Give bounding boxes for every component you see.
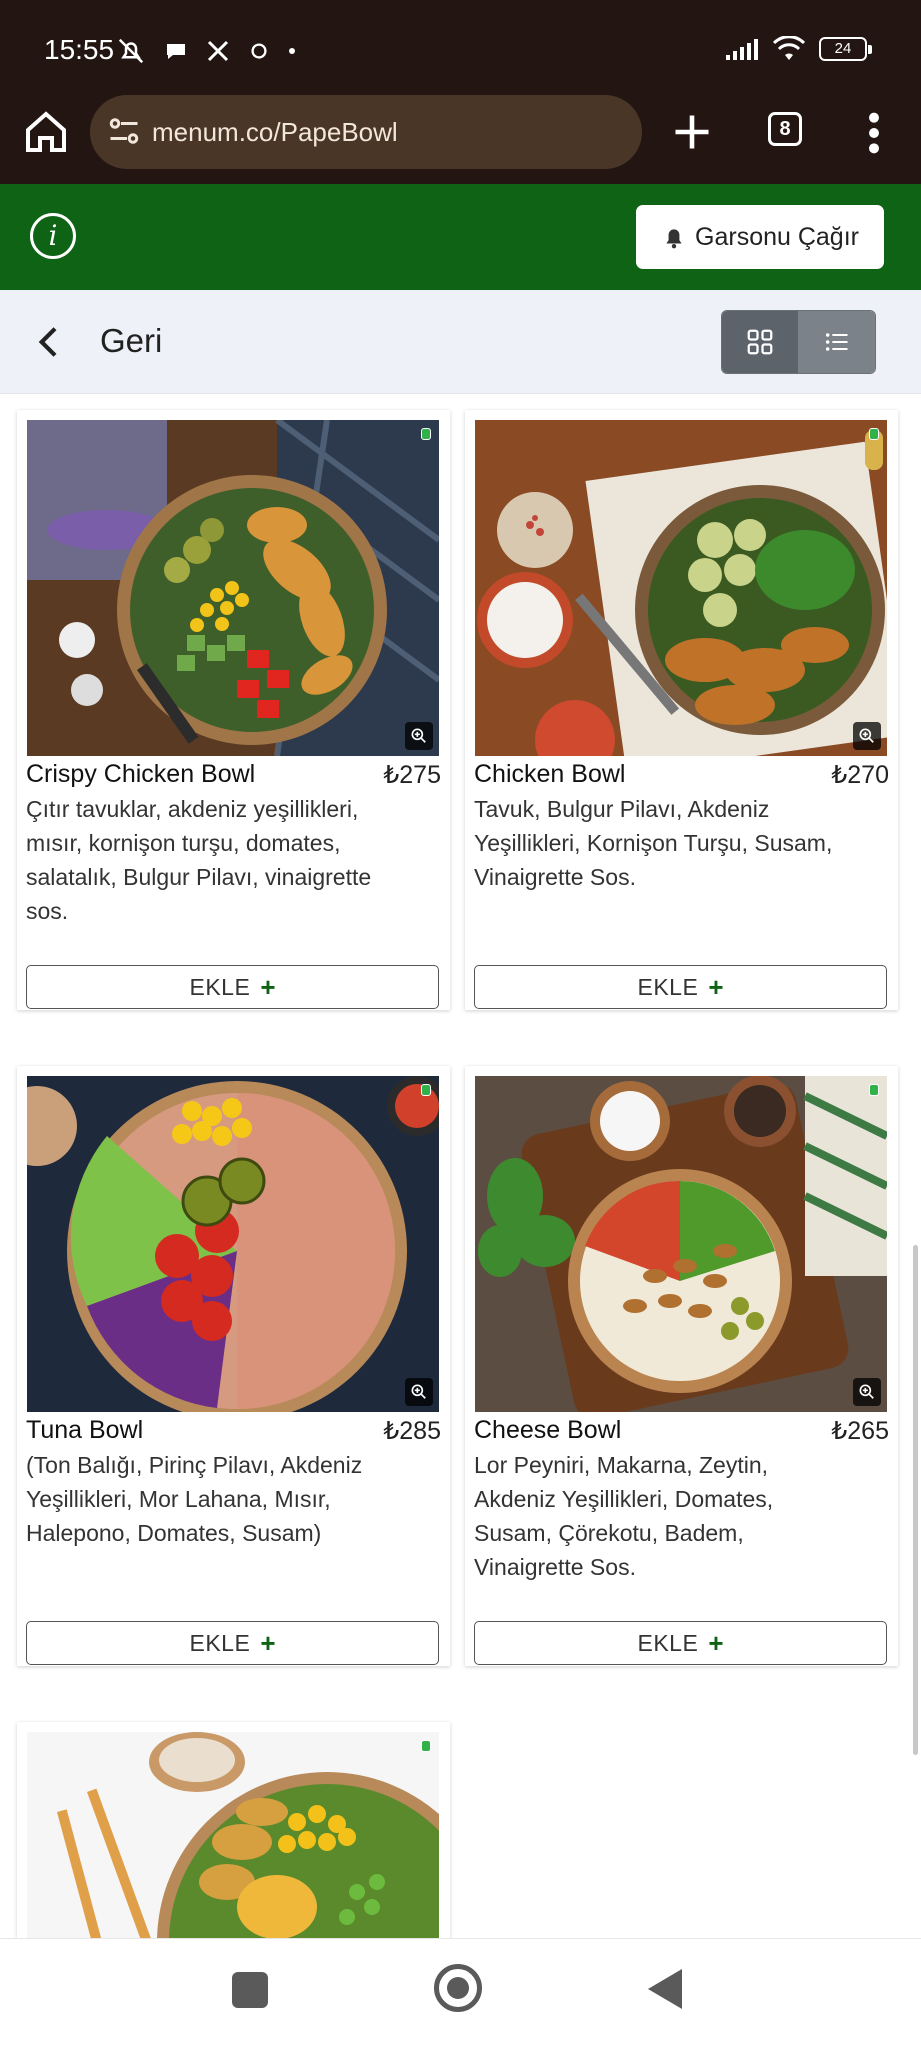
system-nav-bar [0, 1938, 921, 2048]
product-price: ₺285 [383, 1417, 441, 1445]
add-to-cart-button[interactable]: EKLE + [474, 965, 887, 1009]
product-price: ₺275 [383, 761, 441, 789]
product-photo[interactable] [27, 1076, 439, 1412]
sub-header: Geri [0, 290, 921, 394]
product-card-partial[interactable] [17, 1722, 450, 1938]
add-label: EKLE [637, 973, 699, 1000]
back-label[interactable]: Geri [100, 322, 162, 360]
grid-view-button[interactable] [722, 311, 798, 373]
back-arrow-icon[interactable] [30, 320, 70, 364]
battery-icon: 24 [819, 37, 872, 61]
status-icons-left [116, 36, 296, 66]
mute-icon [118, 38, 144, 64]
call-waiter-button[interactable]: Garsonu Çağır [636, 205, 884, 269]
app-header: i Garsonu Çağır [0, 184, 921, 290]
wifi-icon [773, 36, 805, 60]
product-card-cheese-bowl[interactable]: Cheese Bowl ₺265 Lor Peyniri, Makarna, Z… [465, 1066, 898, 1666]
product-card-chicken-bowl[interactable]: Chicken Bowl ₺270 Tavuk, Bulgur Pilavı, … [465, 410, 898, 1010]
product-description: Lor Peyniri, Makarna, Zeytin, Akdeniz Ye… [474, 1452, 774, 1580]
grid-icon [747, 329, 773, 355]
zoom-icon[interactable] [853, 1378, 881, 1406]
badge-dot [421, 1740, 431, 1752]
food-image [475, 1076, 887, 1412]
url-text[interactable]: menum.co/PapeBowl [152, 117, 398, 148]
product-name: Crispy Chicken Bowl [26, 760, 256, 788]
recent-apps-icon[interactable] [232, 1972, 268, 2008]
home-icon[interactable] [22, 108, 70, 156]
product-photo[interactable] [27, 1732, 439, 1938]
product-name: Cheese Bowl [474, 1416, 622, 1444]
product-card-crispy-chicken-bowl[interactable]: Crispy Chicken Bowl ₺275 Çıtır tavuklar,… [17, 410, 450, 1010]
site-settings-icon[interactable] [106, 113, 142, 149]
plus-icon: + [708, 1628, 724, 1658]
product-photo[interactable] [27, 420, 439, 756]
zoom-icon[interactable] [853, 722, 881, 750]
zoom-icon[interactable] [405, 1378, 433, 1406]
tab-switcher-button[interactable]: 8 [768, 112, 802, 146]
food-image [27, 420, 439, 756]
battery-level: 24 [834, 40, 852, 57]
add-label: EKLE [637, 1629, 699, 1656]
product-description: (Ton Balığı, Pirinç Pilavı, Akdeniz Yeşi… [26, 1452, 363, 1546]
food-image [27, 1076, 439, 1412]
add-label: EKLE [189, 1629, 251, 1656]
badge-dot [869, 1084, 879, 1096]
product-price: ₺265 [831, 1417, 889, 1445]
call-waiter-label: Garsonu Çağır [695, 222, 859, 251]
product-description: Tavuk, Bulgur Pilavı, Akdeniz Yeşillikle… [474, 796, 833, 890]
info-icon[interactable]: i [30, 213, 76, 259]
badge-dot [421, 428, 431, 440]
status-bar: 15:55 24 [0, 0, 921, 90]
product-name: Chicken Bowl [474, 760, 626, 788]
x-icon [207, 40, 229, 62]
product-card-tuna-bowl[interactable]: Tuna Bowl ₺285 (Ton Balığı, Pirinç Pilav… [17, 1066, 450, 1666]
plus-icon: + [260, 1628, 276, 1658]
product-name: Tuna Bowl [26, 1416, 144, 1444]
tab-count: 8 [779, 118, 791, 140]
badge-dot [421, 1084, 431, 1096]
url-bar[interactable]: menum.co/PapeBowl [90, 95, 642, 169]
add-to-cart-button[interactable]: EKLE + [474, 1621, 887, 1665]
food-image [27, 1732, 439, 1938]
page-scrollbar[interactable] [913, 1245, 918, 1755]
badge-dot [869, 428, 879, 440]
screen: 15:55 24 menum.co/PapeBowl 8 i Garsonu Ç… [0, 0, 921, 2048]
add-to-cart-button[interactable]: EKLE + [26, 965, 439, 1009]
product-price: ₺270 [831, 761, 889, 789]
zoom-icon[interactable] [405, 722, 433, 750]
add-to-cart-button[interactable]: EKLE + [26, 1621, 439, 1665]
new-tab-icon[interactable] [670, 110, 714, 154]
list-icon [825, 333, 847, 351]
more-menu-icon[interactable] [862, 110, 886, 156]
product-description: Çıtır tavuklar, akdeniz yeşillikleri, mı… [26, 796, 372, 924]
home-circle-icon[interactable] [434, 1964, 482, 2012]
browser-toolbar: menum.co/PapeBowl 8 [0, 90, 921, 184]
status-time: 15:55 [44, 34, 115, 65]
food-image [475, 420, 887, 756]
add-label: EKLE [189, 973, 251, 1000]
status-icons-right: 24 [725, 36, 872, 62]
product-photo[interactable] [475, 1076, 887, 1412]
plus-icon: + [260, 972, 276, 1002]
signal-icon [726, 39, 758, 60]
dot-icon [289, 48, 295, 54]
sync-icon [251, 43, 267, 59]
list-view-button[interactable] [798, 311, 875, 373]
view-toggle [721, 310, 876, 374]
product-photo[interactable] [475, 420, 887, 756]
chat-icon [167, 44, 185, 59]
nav-back-icon[interactable] [648, 1969, 682, 2009]
plus-icon: + [708, 972, 724, 1002]
bell-icon [666, 229, 682, 249]
